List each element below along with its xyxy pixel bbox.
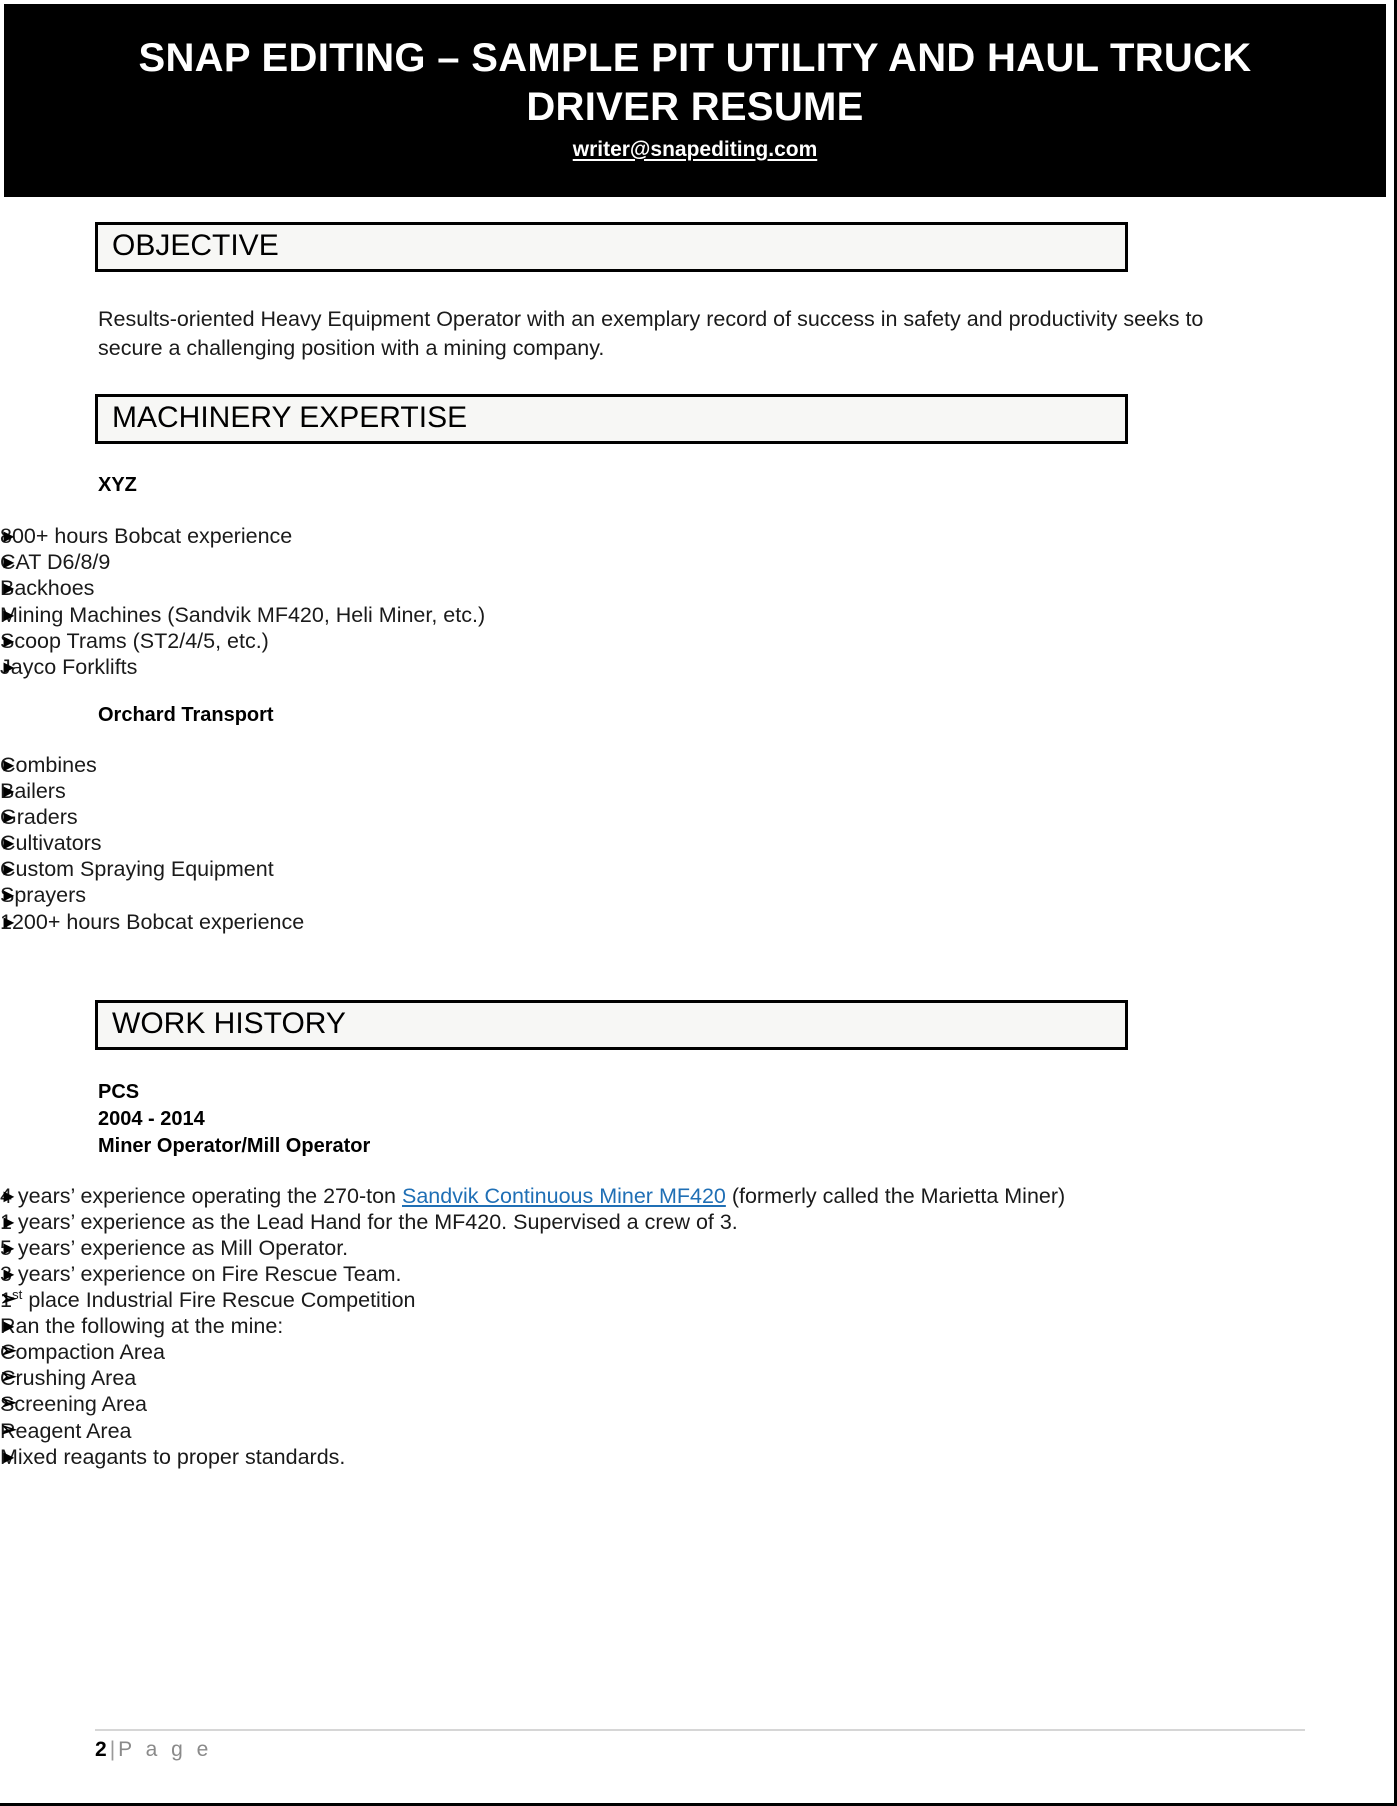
resume-page: SNAP EDITING – SAMPLE PIT UTILITY AND HA… [0,0,1397,1806]
sub-list-item: ➢ 1st place Industrial Fire Rescue Compet… [0,1287,1394,1313]
list-item-label: Mining Machines (Sandvik MF420, Heli Min… [0,602,486,627]
list-item: ► Graders [0,804,1394,830]
chevron-bullet-icon: ➢ [0,1288,17,1311]
list-item: ► 800+ hours Bobcat experience [0,523,1394,549]
list-item: ► Cultivators [0,830,1394,856]
triangle-bullet-icon: ► [0,780,18,801]
sub-list-item: ➢ Compaction Area [0,1339,1394,1365]
job-title: Miner Operator/Mill Operator [98,1134,371,1157]
work-history-bullets: ► 4 years’ experience operating the 270-t… [0,1183,1394,1470]
triangle-bullet-icon: ► [0,1316,18,1337]
bullet-text-after-link: (formerly called the Marietta Miner) [725,1183,1066,1208]
sub-list-mine-areas: ➢ Compaction Area ➢ Crushing Area ➢ Screeni… [0,1339,1394,1444]
sub-list-item: ➢ Crushing Area [0,1365,1394,1391]
list-item: ► Backhoes [0,575,1394,601]
section-title-work-history: WORK HISTORY [112,1006,346,1040]
machinery-list-xyz: ► 800+ hours Bobcat experience ► CAT D6/8/… [0,523,1394,680]
list-item-label: Mixed reagants to proper standards. [0,1444,346,1469]
machinery-list-orchard-transport: ► Combines ► Bailers ► Graders ► Cultivators… [0,752,1394,935]
section-title-objective: OBJECTIVE [112,229,279,262]
triangle-bullet-icon: ► [0,1263,18,1284]
list-item-label: 5 years’ experience as Mill Operator. [0,1235,349,1260]
list-item: ► 5 years’ experience as Mill Operator. [0,1235,1394,1261]
triangle-bullet-icon: ► [0,1185,18,1206]
document-title: SNAP EDITING – SAMPLE PIT UTILITY AND HA… [138,36,1252,129]
list-item: ► Jayco Forklifts [0,654,1394,680]
objective-paragraph: Results-oriented Heavy Equipment Operato… [98,307,1204,360]
footer-separator: | [109,1738,116,1761]
section-title-machinery-expertise: MACHINERY EXPERTISE [112,401,468,435]
sub-list-item-label: Screening Area [0,1392,148,1417]
triangle-bullet-icon: ► [0,656,18,677]
triangle-bullet-icon: ► [0,911,18,932]
list-item: ► 1200+ hours Bobcat experience [0,909,1394,935]
list-item: ► Sprayers [0,882,1394,908]
list-item: ► 1 years’ experience as the Lead Hand fo… [0,1209,1394,1235]
chevron-bullet-icon: ➢ [0,1340,17,1363]
list-item-label: 3 years’ experience on Fire Rescue Team. [0,1261,402,1286]
bullet-text-before-link: 4 years’ experience operating the 270-to… [0,1183,402,1208]
document-body: OBJECTIVE Results-oriented Heavy Equipme… [0,197,1394,1470]
section-header-machinery-expertise: MACHINERY EXPERTISE [95,394,1128,445]
triangle-bullet-icon: ► [0,859,18,880]
list-item-label: 800+ hours Bobcat experience [0,524,293,549]
triangle-bullet-icon: ► [0,885,18,906]
list-item: ► Mining Machines (Sandvik MF420, Heli Mi… [0,602,1394,628]
sandvik-miner-link[interactable]: Sandvik Continuous Miner MF420 [402,1184,726,1208]
triangle-bullet-icon: ► [0,807,18,828]
triangle-bullet-icon: ► [0,526,18,547]
section-header-work-history: WORK HISTORY [95,999,1128,1050]
list-item-label: Ran the following at the mine: [0,1314,284,1339]
job-employer: PCS [98,1080,140,1103]
list-item: ► Bailers [0,778,1394,804]
triangle-bullet-icon: ► [0,833,18,854]
group-heading-xyz: XYZ [98,474,137,497]
sub-list-item-label: Crushing Area [0,1366,137,1391]
triangle-bullet-icon: ► [0,630,18,651]
chevron-bullet-icon: ➢ [0,1418,17,1441]
list-item: ► Custom Spraying Equipment [0,856,1394,882]
section-header-objective: OBJECTIVE [95,222,1128,272]
contact-email-link[interactable]: writer@snapediting.com [573,138,818,162]
chevron-bullet-icon: ➢ [0,1366,17,1389]
footer-page-number: 2 [95,1738,107,1761]
page-footer: 2 | P a g e [95,1729,1305,1762]
document-header-band: SNAP EDITING – SAMPLE PIT UTILITY AND HA… [4,4,1386,197]
group-heading-orchard-transport: Orchard Transport [98,703,274,726]
list-item-label: Custom Spraying Equipment [0,857,274,882]
triangle-bullet-icon: ► [0,754,18,775]
triangle-bullet-icon: ► [0,1237,18,1258]
list-item: ► 3 years’ experience on Fire Rescue Team… [0,1261,1394,1313]
sub-list-item-label: Compaction Area [0,1340,165,1365]
list-item-label: Scoop Trams (ST2/4/5, etc.) [0,628,269,653]
job-dates: 2004 - 2014 [98,1107,205,1130]
list-item-label: 1 years’ experience as the Lead Hand for… [0,1209,738,1234]
sub-list-item: ➢ Reagent Area [0,1418,1394,1444]
list-item: ► Combines [0,752,1394,778]
triangle-bullet-icon: ► [0,1211,18,1232]
list-item: ► 4 years’ experience operating the 270-t… [0,1183,1394,1209]
triangle-bullet-icon: ► [0,552,18,573]
triangle-bullet-icon: ► [0,1446,18,1467]
triangle-bullet-icon: ► [0,578,18,599]
list-item-label: 1200+ hours Bobcat experience [0,909,305,934]
chevron-bullet-icon: ➢ [0,1392,17,1415]
list-item-label: Jayco Forklifts [0,654,138,679]
list-item: ► Ran the following at the mine: ➢ Compact… [0,1313,1394,1444]
list-item: ► Scoop Trams (ST2/4/5, etc.) [0,628,1394,654]
triangle-bullet-icon: ► [0,604,18,625]
sub-list-item-label: Reagent Area [0,1418,132,1443]
list-item: ► CAT D6/8/9 [0,549,1394,575]
list-item: ► Mixed reagants to proper standards. [0,1444,1394,1470]
sub-list-item-label: place Industrial Fire Rescue Competition [22,1288,416,1313]
sub-list-item: ➢ Screening Area [0,1391,1394,1417]
footer-page-word: P a g e [118,1738,213,1761]
sub-list-fire-rescue: ➢ 1st place Industrial Fire Rescue Compet… [0,1287,1394,1313]
